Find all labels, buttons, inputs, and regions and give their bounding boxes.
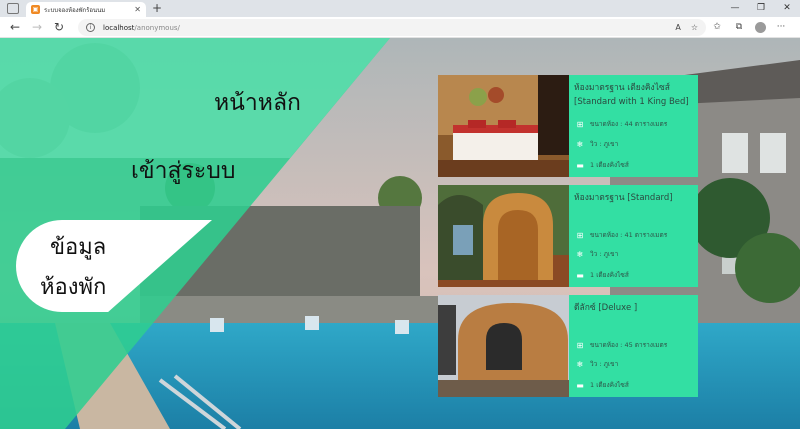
room-photo — [438, 185, 569, 287]
room-view: วิว : ภูเขา — [590, 140, 619, 148]
room-bed-row: ▬ 1 เตียงคิงไซส์ — [574, 270, 629, 280]
room-view: วิว : ภูเขา — [590, 250, 619, 258]
close-window-icon[interactable]: ✕ — [774, 0, 800, 17]
room-name: ห้องมาตรฐาน เตียงคิงไซส์ [Standard with … — [574, 83, 689, 107]
room-info: ห้องมาตรฐาน เตียงคิงไซส์ [Standard with … — [569, 75, 698, 177]
room-bed: 1 เตียงคิงไซส์ — [590, 161, 629, 169]
room-size-icon: ⊞ — [576, 230, 584, 240]
bed-icon: ▬ — [576, 380, 584, 390]
nav-home-link[interactable]: หน้าหลัก — [214, 85, 301, 121]
collections-icon[interactable]: ⧉ — [730, 19, 748, 36]
room-bed: 1 เตียงคิงไซส์ — [590, 271, 629, 279]
site-favicon-icon: ▣ — [31, 5, 40, 14]
room-view: วิว : ภูเขา — [590, 360, 619, 368]
new-tab-button[interactable]: + — [152, 1, 162, 15]
info-icon[interactable]: i — [86, 23, 95, 32]
room-bed-row: ▬ 1 เตียงคิงไซส์ — [574, 380, 629, 390]
view-icon: ❄ — [576, 249, 584, 259]
nav-room-info-link-line2[interactable]: ห้องพัก — [40, 269, 106, 304]
add-favorite-icon[interactable]: ☆ — [691, 19, 698, 36]
tab-strip: ▣ ระบบจองห้องพักร้อนนม ✕ + — ❐ ✕ — [0, 0, 800, 17]
read-aloud-icon[interactable]: A — [675, 19, 680, 36]
nav-room-info-link[interactable]: ข้อมูล — [50, 229, 106, 264]
page-content: หน้าหลัก เข้าสู่ระบบ ข้อมูล ห้องพัก ห้อง… — [0, 38, 800, 429]
tab-actions-icon[interactable] — [7, 3, 19, 14]
room-view-row: ❄ วิว : ภูเขา — [574, 249, 619, 259]
url-path: /anonymous/ — [134, 23, 180, 32]
room-size-icon: ⊞ — [576, 340, 584, 350]
browser-tab[interactable]: ▣ ระบบจองห้องพักร้อนนม ✕ — [26, 2, 146, 17]
view-icon: ❄ — [576, 139, 584, 149]
room-size-row: ⊞ ขนาดห้อง : 41 ตารางเมตร — [574, 230, 668, 240]
nav-login-link[interactable]: เข้าสู่ระบบ — [131, 153, 235, 189]
favorites-icon[interactable]: ✩ — [708, 19, 726, 36]
room-photo — [438, 295, 569, 397]
room-card[interactable]: ห้องมาตรฐาน [Standard] ⊞ ขนาดห้อง : 41 ตา… — [438, 185, 698, 287]
room-view-row: ❄ วิว : ภูเขา — [574, 359, 619, 369]
close-icon[interactable]: ✕ — [134, 5, 141, 14]
room-photo — [438, 75, 569, 177]
forward-icon[interactable]: → — [28, 19, 46, 36]
room-name: ดีลักซ์ [Deluxe ] — [574, 303, 638, 313]
more-icon[interactable]: ··· — [772, 19, 790, 36]
tab-title: ระบบจองห้องพักร้อนนม — [44, 6, 106, 14]
window-controls: — ❐ ✕ — [722, 0, 800, 17]
room-view-row: ❄ วิว : ภูเขา — [574, 139, 619, 149]
minimize-icon[interactable]: — — [722, 0, 748, 17]
view-icon: ❄ — [576, 359, 584, 369]
room-size: ขนาดห้อง : 41 ตารางเมตร — [590, 231, 668, 239]
room-size: ขนาดห้อง : 44 ตารางเมตร — [590, 120, 668, 128]
address-bar[interactable]: i localhost /anonymous/ A ☆ — [78, 19, 706, 36]
bed-icon: ▬ — [576, 270, 584, 280]
room-name: ห้องมาตรฐาน [Standard] — [574, 193, 673, 203]
room-size-row: ⊞ ขนาดห้อง : 44 ตารางเมตร — [574, 119, 668, 129]
profile-icon[interactable] — [755, 22, 766, 33]
room-info: ดีลักซ์ [Deluxe ] ⊞ ขนาดห้อง : 45 ตารางเม… — [569, 295, 698, 397]
room-size: ขนาดห้อง : 45 ตารางเมตร — [590, 341, 668, 349]
room-info: ห้องมาตรฐาน [Standard] ⊞ ขนาดห้อง : 41 ตา… — [569, 185, 698, 287]
room-size-row: ⊞ ขนาดห้อง : 45 ตารางเมตร — [574, 340, 668, 350]
room-bed-row: ▬ 1 เตียงคิงไซส์ — [574, 160, 629, 170]
bed-icon: ▬ — [576, 160, 584, 170]
refresh-icon[interactable]: ↻ — [50, 19, 68, 36]
room-bed: 1 เตียงคิงไซส์ — [590, 381, 629, 389]
url-host: localhost — [103, 23, 135, 32]
back-icon[interactable]: ← — [6, 19, 24, 36]
room-card[interactable]: ดีลักซ์ [Deluxe ] ⊞ ขนาดห้อง : 45 ตารางเม… — [438, 295, 698, 397]
browser-toolbar: ← → ↻ i localhost /anonymous/ A ☆ ✩ ⧉ ··… — [0, 17, 800, 38]
maximize-icon[interactable]: ❐ — [748, 0, 774, 17]
room-size-icon: ⊞ — [576, 119, 584, 129]
room-card[interactable]: ห้องมาตรฐาน เตียงคิงไซส์ [Standard with … — [438, 75, 698, 177]
